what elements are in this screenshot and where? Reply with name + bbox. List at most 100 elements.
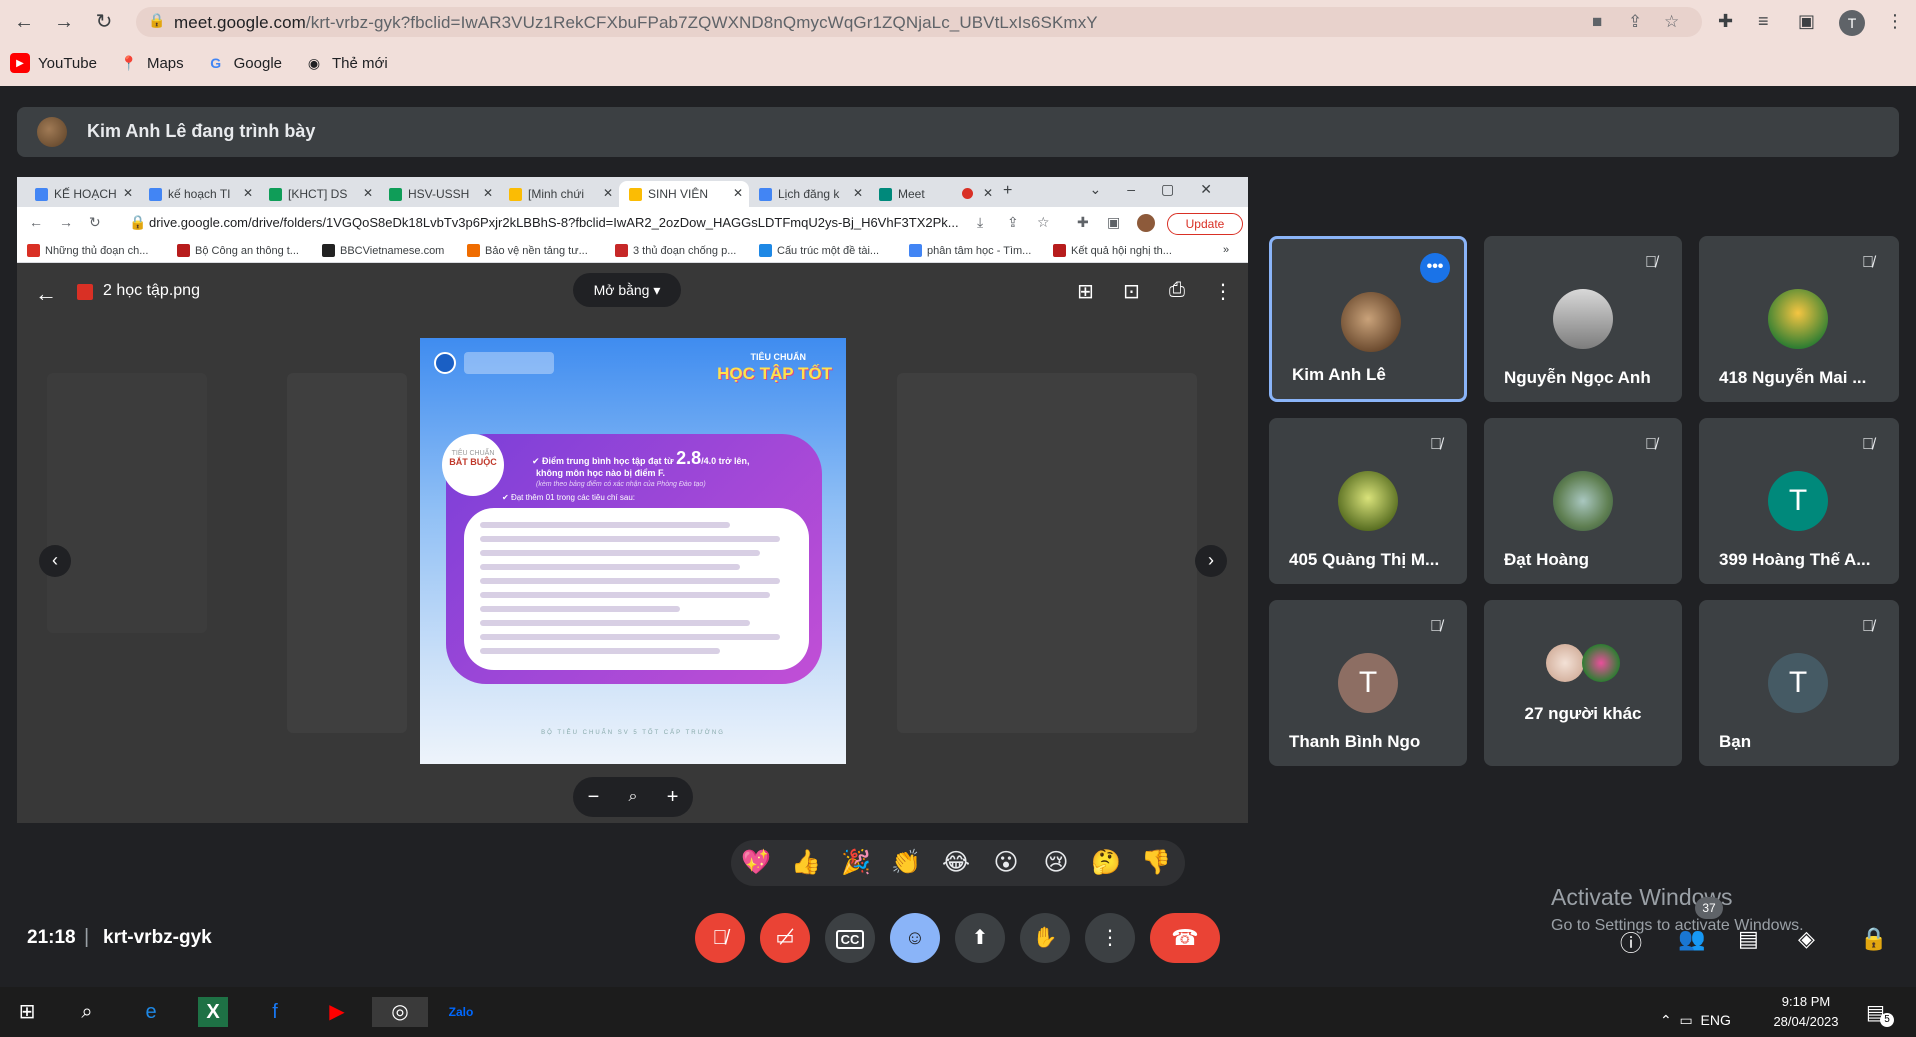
emoji-icon: ☺ <box>904 927 926 949</box>
captions-button[interactable]: CC <box>825 913 875 963</box>
sad-reaction-icon[interactable]: 😢 <box>1041 848 1071 878</box>
participant-avatar <box>1546 644 1584 682</box>
participant-tile[interactable]: 🎙̸ Nguyễn Ngọc Anh <box>1484 236 1682 402</box>
thumbs-down-reaction-icon[interactable]: 👎 <box>1141 848 1171 878</box>
windows-taskbar: ⊞ ⌕ e X f ▶ ◎ Zalo <box>0 987 1916 1037</box>
forward-icon[interactable]: → <box>50 10 78 34</box>
present-button[interactable]: ⬆ <box>955 913 1005 963</box>
poster-line: không môn học nào bị điểm F. <box>536 468 666 478</box>
comment-icon: ⊡ <box>1123 281 1140 303</box>
participant-tile[interactable]: T 🎙̸ 399 Hoàng Thế A... <box>1699 418 1899 584</box>
party-reaction-icon[interactable]: 🎉 <box>841 848 871 878</box>
zalo-icon[interactable]: Zalo <box>446 997 476 1027</box>
star-icon[interactable]: ☆ <box>1664 12 1679 32</box>
chrome-icon[interactable]: ◎ <box>372 997 428 1027</box>
activities-icon[interactable]: ◈ <box>1798 926 1815 952</box>
chevron-up-icon[interactable]: ⌃ <box>1660 1012 1672 1028</box>
bookmark-youtube[interactable]: ▶ YouTube <box>10 52 97 74</box>
profile-avatar[interactable]: T <box>1839 10 1865 36</box>
separator: | <box>84 926 90 948</box>
shared-tab-strip: KẾ HOẠCH ✕ kế hoạch TI ✕ [KHCT] DS ✕ HSV-US… <box>17 177 1248 207</box>
people-count-badge: 37 <box>1695 897 1723 919</box>
extensions-icon[interactable]: ✚ <box>1718 11 1733 32</box>
reactions-button[interactable]: ☺ <box>890 913 940 963</box>
camera-off-icon: ▭̸ <box>775 927 795 949</box>
windows-start-icon[interactable]: ⊞ <box>12 997 42 1027</box>
lock-icon: 🔒 <box>148 12 166 28</box>
participant-avatar <box>1768 289 1828 349</box>
camera-toggle-button[interactable]: ▭̸ <box>760 913 810 963</box>
shared-bookmarks-bar: Những thủ đoạn ch... Bộ Công an thông t.… <box>17 239 1248 263</box>
battery-icon[interactable]: ▭ <box>1680 1012 1693 1028</box>
mic-off-icon: 🎙̸ <box>1430 436 1442 453</box>
shared-tab: HSV-USSH ✕ <box>379 181 499 207</box>
participant-avatar <box>1582 644 1620 682</box>
participant-avatar <box>1553 471 1613 531</box>
more-vert-icon: ⋮ <box>1100 927 1120 949</box>
search-icon[interactable]: ⌕ <box>72 997 102 1027</box>
back-icon[interactable]: ← <box>10 10 38 34</box>
participant-avatar <box>1553 289 1613 349</box>
info-icon[interactable]: ⓘ <box>1620 926 1642 958</box>
menu-icon[interactable]: ⋮ <box>1886 11 1904 32</box>
media-icon[interactable]: ≡ <box>1758 11 1769 32</box>
bookmark-maps[interactable]: 📍 Maps <box>119 52 183 74</box>
logo-icon <box>434 352 456 374</box>
youtube-icon[interactable]: ▶ <box>322 997 352 1027</box>
sidepanel-icon[interactable]: ▣ <box>1798 11 1815 32</box>
thinking-reaction-icon[interactable]: 🤔 <box>1091 848 1121 878</box>
mic-off-icon: 🎙̸ <box>1645 436 1657 453</box>
language-indicator[interactable]: ENG <box>1701 1012 1731 1028</box>
shared-tab: KẾ HOẠCH ✕ <box>25 181 139 207</box>
meeting-time: 21:18 <box>27 927 76 948</box>
shared-poster-image: TIÊU CHUẨN HỌC TẬP TỐT TIÊU CHUẨN BẮT BUỘ… <box>420 338 846 764</box>
notification-icon[interactable]: ▤ 5 <box>1866 1000 1894 1027</box>
next-image-icon: › <box>1195 545 1227 577</box>
clap-reaction-icon[interactable]: 👏 <box>891 848 921 878</box>
globe-icon: ◉ <box>307 54 321 71</box>
mic-toggle-button[interactable]: 🎙̸ <box>695 913 745 963</box>
taskbar-clock[interactable]: 9:18 PM 28/04/2023 <box>1768 992 1844 1032</box>
bookmark-google[interactable]: G Google <box>206 52 282 74</box>
more-options-icon[interactable]: ••• <box>1420 253 1450 283</box>
facebook-icon[interactable]: f <box>260 997 290 1027</box>
mic-off-icon: 🎙̸ <box>1645 254 1657 271</box>
camera-icon[interactable]: ■ <box>1592 12 1602 32</box>
participant-name: 405 Quàng Thị M... <box>1289 550 1440 569</box>
participant-tile-others[interactable]: 27 người khác <box>1484 600 1682 766</box>
participant-tile[interactable]: 🎙̸ Đạt Hoàng <box>1484 418 1682 584</box>
heart-reaction-icon[interactable]: 💖 <box>741 848 771 878</box>
more-options-button[interactable]: ⋮ <box>1085 913 1135 963</box>
shared-screen: KẾ HOẠCH ✕ kế hoạch TI ✕ [KHCT] DS ✕ HSV-US… <box>17 177 1248 823</box>
bookmark-new-tab[interactable]: ◉ Thẻ mới <box>304 52 388 74</box>
chat-icon[interactable]: ▤ <box>1738 926 1759 952</box>
surprised-reaction-icon[interactable]: 😮 <box>991 848 1021 878</box>
people-icon[interactable]: 👥 <box>1678 926 1705 952</box>
leave-call-button[interactable]: ☎ <box>1150 913 1220 963</box>
previous-image-icon: ‹ <box>39 545 71 577</box>
address-bar[interactable]: 🔒 meet.google.com/krt-vrbz-gyk?fbclid=Iw… <box>136 7 1702 37</box>
participant-avatar: T <box>1768 653 1828 713</box>
participant-tile[interactable]: 🎙̸ 418 Nguyễn Mai ... <box>1699 236 1899 402</box>
participant-tile-self[interactable]: T 🎙̸ Bạn <box>1699 600 1899 766</box>
host-controls-icon[interactable]: 🔒 <box>1860 926 1887 952</box>
participant-tile[interactable]: 🎙̸ 405 Quàng Thị M... <box>1269 418 1467 584</box>
add-to-folder-icon: ⊞ <box>1077 281 1094 303</box>
participant-tile[interactable]: T 🎙̸ Thanh Bình Ngo <box>1269 600 1467 766</box>
reload-icon[interactable]: ↻ <box>90 10 118 34</box>
presenter-bar: Kim Anh Lê đang trình bày <box>17 107 1899 157</box>
presenter-label: Kim Anh Lê đang trình bày <box>87 121 316 141</box>
print-icon: ⎙ <box>1169 279 1185 301</box>
new-tab-icon: + <box>1003 182 1013 199</box>
thumbs-up-reaction-icon[interactable]: 👍 <box>791 848 821 878</box>
share-icon[interactable]: ⇪ <box>1628 12 1642 32</box>
poster-line: (kèm theo bảng điểm có xác nhận của Phòn… <box>536 481 706 488</box>
laugh-reaction-icon[interactable]: 😂 <box>941 848 971 878</box>
participant-name: Thanh Bình Ngo <box>1289 732 1421 751</box>
poster-line: ✔ Đạt thêm 01 trong các tiêu chí sau: <box>502 493 636 502</box>
excel-icon[interactable]: X <box>198 997 228 1027</box>
edge-icon[interactable]: e <box>136 997 166 1027</box>
raise-hand-button[interactable]: ✋ <box>1020 913 1070 963</box>
participant-tile[interactable]: ••• Kim Anh Lê <box>1269 236 1467 402</box>
poster-title-small: TIÊU CHUẨN <box>750 352 807 362</box>
